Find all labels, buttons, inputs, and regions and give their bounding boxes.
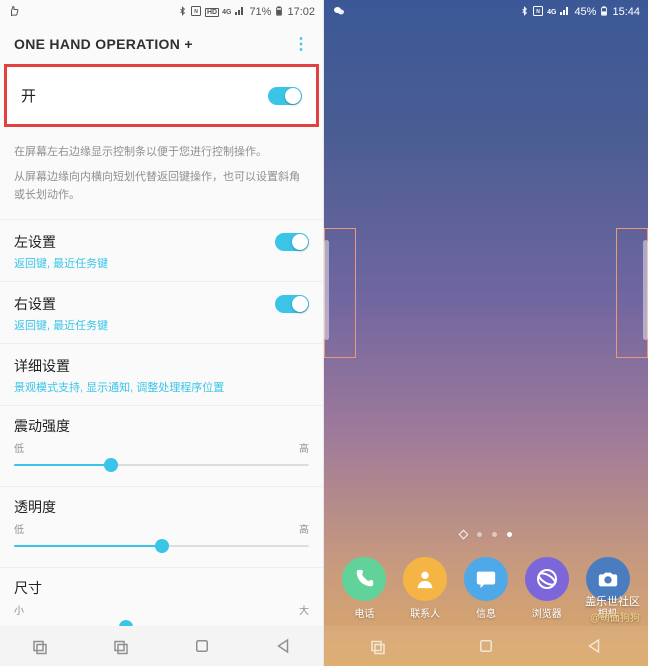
vibration-high: 高 [299, 440, 309, 455]
lte-icon: 4G [222, 9, 231, 16]
signal-icon [234, 5, 246, 20]
description: 在屏幕左右边缘显示控制条以便于您进行控制操作。 从屏幕边缘向内横向短划代替返回键… [0, 133, 323, 219]
left-setting-sub: 返回键, 最近任务键 [14, 255, 309, 271]
master-toggle-switch[interactable] [268, 87, 302, 105]
bluetooth-icon [520, 5, 529, 20]
app-label: 浏览器 [532, 605, 562, 620]
pager-dot[interactable] [492, 532, 497, 537]
pager-home-icon[interactable] [459, 530, 469, 540]
master-toggle-row[interactable]: 开 [7, 67, 316, 124]
detail-setting-label: 详细设置 [14, 356, 309, 376]
phone-icon [342, 557, 386, 601]
recents-button-2[interactable] [109, 634, 133, 658]
pager [324, 532, 648, 538]
transparency-high: 高 [299, 521, 309, 536]
settings-screen: N HD 4G 71% 17:02 ONE HAND OPERATION + ⋮… [0, 0, 324, 666]
time-text: 17:02 [287, 6, 315, 18]
pager-dot[interactable] [477, 532, 482, 537]
left-setting-row[interactable]: 左设置 返回键, 最近任务键 [0, 219, 323, 281]
left-setting-toggle[interactable] [275, 233, 309, 251]
back-button[interactable] [271, 634, 295, 658]
home-button[interactable] [474, 634, 498, 658]
bluetooth-icon [178, 5, 187, 20]
right-edge-handle[interactable] [643, 240, 648, 340]
detail-setting-row[interactable]: 详细设置 景观模式支持, 显示通知, 调整处理程序位置 [0, 343, 323, 405]
nav-bar-right [324, 626, 648, 666]
menu-icon[interactable]: ⋮ [293, 34, 309, 54]
app-label: 电话 [354, 605, 374, 620]
hd-icon: HD [205, 8, 219, 17]
app-contacts[interactable]: 联系人 [403, 557, 447, 620]
pager-dot-active[interactable] [507, 532, 512, 537]
vibration-slider[interactable] [14, 456, 309, 474]
detail-setting-sub: 景观模式支持, 显示通知, 调整处理程序位置 [14, 379, 309, 395]
size-label: 尺寸 [14, 578, 309, 598]
lte-icon: 4G [547, 9, 556, 16]
recents-button[interactable] [28, 634, 52, 658]
transparency-low: 低 [14, 521, 24, 536]
description-line1: 在屏幕左右边缘显示控制条以便于您进行控制操作。 [14, 143, 309, 162]
signal-icon [559, 5, 571, 20]
svg-text:N: N [194, 9, 198, 15]
nav-bar-left [0, 626, 323, 666]
wechat-icon [332, 5, 346, 20]
battery-icon [599, 4, 609, 21]
nfc-icon: N [532, 5, 544, 20]
app-label: 联系人 [410, 605, 440, 620]
page-title: ONE HAND OPERATION + [14, 36, 193, 52]
vibration-slider-row: 震动强度 低 高 [0, 405, 323, 486]
right-setting-row[interactable]: 右设置 返回键, 最近任务键 [0, 281, 323, 343]
app-phone[interactable]: 电话 [342, 557, 386, 620]
time-text: 15:44 [612, 6, 640, 18]
vibration-low: 低 [14, 440, 24, 455]
transparency-slider[interactable] [14, 537, 309, 555]
transparency-slider-row: 透明度 低 高 [0, 486, 323, 567]
contact-icon [403, 557, 447, 601]
left-setting-label: 左设置 [14, 232, 56, 252]
nfc-icon: N [190, 5, 202, 20]
home-button[interactable] [190, 634, 214, 658]
message-icon [464, 557, 508, 601]
app-header: ONE HAND OPERATION + ⋮ [0, 24, 323, 64]
watermark-sub: @萌面狗狗 [585, 609, 640, 624]
size-high: 大 [299, 602, 309, 617]
transparency-label: 透明度 [14, 497, 309, 517]
back-button[interactable] [582, 634, 606, 658]
battery-text: 71% [249, 6, 271, 18]
svg-text:N: N [536, 9, 540, 15]
right-setting-sub: 返回键, 最近任务键 [14, 317, 309, 333]
recents-button[interactable] [366, 634, 390, 658]
highlight-master-toggle: 开 [4, 64, 319, 127]
watermark: 盖乐世社区 @萌面狗狗 [585, 593, 640, 624]
home-screen: N 4G 45% 15:44 电话 联系人 [324, 0, 648, 666]
right-setting-toggle[interactable] [275, 295, 309, 313]
size-low: 小 [14, 602, 24, 617]
battery-text: 45% [574, 6, 596, 18]
battery-icon [274, 4, 284, 21]
vibration-label: 震动强度 [14, 416, 309, 436]
watermark-title: 盖乐世社区 [585, 593, 640, 609]
left-edge-handle[interactable] [324, 240, 329, 340]
status-bar: N HD 4G 71% 17:02 [0, 0, 323, 24]
app-messages[interactable]: 信息 [464, 557, 508, 620]
description-line2: 从屏幕边缘向内横向短划代替返回键操作，也可以设置斜角或长划动作。 [14, 168, 309, 205]
app-label: 信息 [476, 605, 496, 620]
master-toggle-label: 开 [21, 85, 36, 106]
status-bar-right: N 4G 45% 15:44 [324, 0, 648, 24]
browser-icon [525, 557, 569, 601]
right-setting-label: 右设置 [14, 294, 56, 314]
app-browser[interactable]: 浏览器 [525, 557, 569, 620]
thumbs-up-icon [8, 5, 20, 20]
